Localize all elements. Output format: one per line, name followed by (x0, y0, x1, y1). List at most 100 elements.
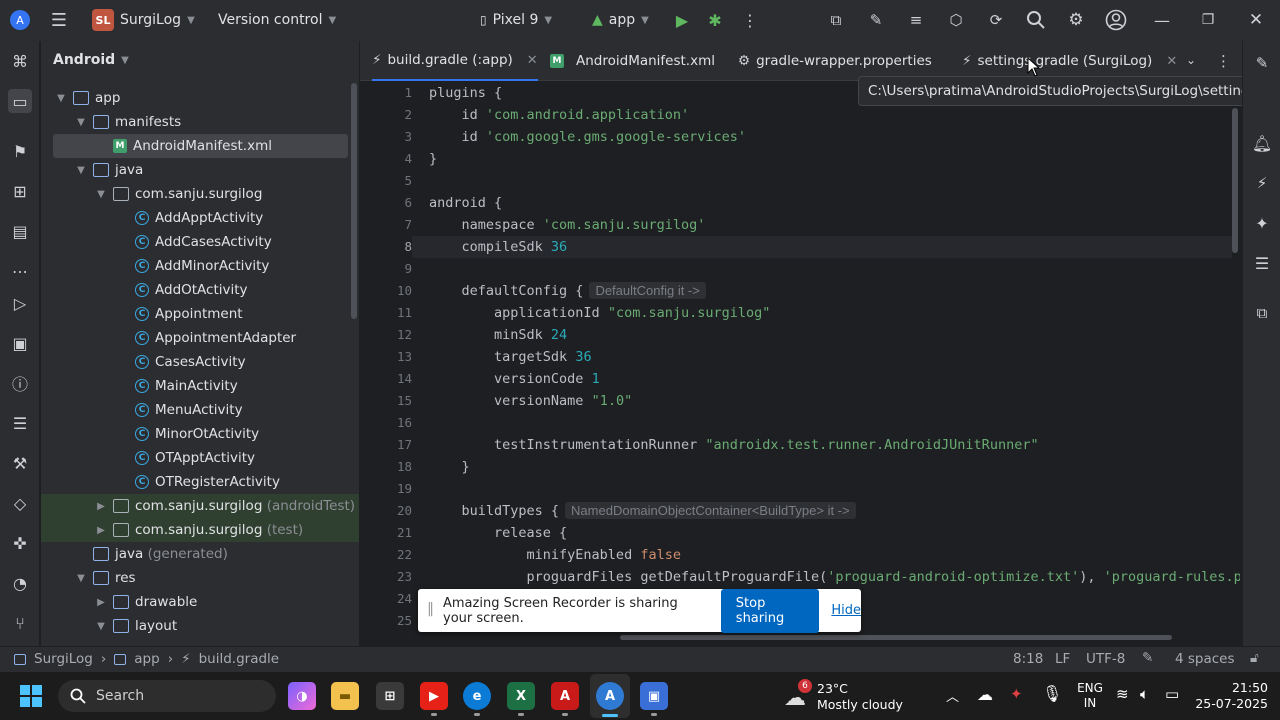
indent-setting[interactable]: 4 spaces (1175, 651, 1235, 667)
tree-row-class[interactable]: C OTApptActivity (41, 446, 359, 470)
terminal-icon[interactable]: ▣ (8, 331, 32, 355)
caret-position[interactable]: 8:18 (1013, 651, 1043, 667)
layout-inspector-icon[interactable]: ▤ (8, 219, 32, 243)
more-actions-icon[interactable]: ⋮ (740, 10, 760, 30)
tree-row-android-test-package[interactable]: ▶ com.sanju.surgilog (androidTest) (41, 494, 359, 518)
account-icon[interactable] (1105, 9, 1127, 31)
microphone-icon[interactable]: 🎙︎ (1042, 684, 1062, 703)
tree-row-drawable[interactable]: ▶ drawable (41, 590, 359, 614)
todo-icon[interactable]: ☰ (8, 411, 32, 435)
breadcrumb-module[interactable]: app (134, 651, 159, 667)
editor-vertical-scrollbar[interactable] (1232, 108, 1238, 253)
copilot-icon[interactable]: ◑ (288, 682, 316, 710)
tree-row-app[interactable]: ▼ app (41, 86, 359, 110)
device-explorer-icon[interactable]: ☰ (1250, 251, 1274, 275)
tree-row-class[interactable]: C OTRegisterActivity (41, 470, 359, 494)
device-selector[interactable]: ▯ Pixel 9 ▼ (480, 12, 552, 28)
run-icon[interactable]: ▶ (672, 10, 692, 30)
tab-build-gradle[interactable]: ⚡ build.gradle (:app) ✕ (372, 41, 538, 81)
tab-android-manifest[interactable]: M AndroidManifest.xml (550, 41, 715, 81)
more-tools-icon[interactable]: ⋯ (8, 259, 32, 283)
project-view-selector[interactable]: Android ▼ (53, 52, 129, 68)
wifi-icon[interactable]: ≋ (1116, 685, 1129, 703)
lock-icon[interactable]: 🔓︎ (1250, 650, 1259, 666)
excel-icon[interactable]: X (507, 682, 535, 710)
main-menu-icon[interactable]: ☰ (48, 9, 70, 31)
file-explorer-icon[interactable]: ▬ (331, 682, 359, 710)
tray-app-icon[interactable]: ✦ (1010, 685, 1023, 703)
tree-row-test-package[interactable]: ▶ com.sanju.surgilog (test) (41, 518, 359, 542)
run-config-selector[interactable]: ▲ app ▼ (592, 12, 649, 28)
minimize-icon[interactable]: — (1152, 10, 1172, 30)
weather-widget[interactable]: ☁ 6 23°C Mostly cloudy (784, 679, 903, 714)
tree-row-class[interactable]: C AddApptActivity (41, 206, 359, 230)
tab-gradle-wrapper[interactable]: ⚙ gradle-wrapper.properties (738, 41, 932, 81)
hide-link[interactable]: Hide (831, 603, 861, 618)
project-panel-scrollbar[interactable] (351, 83, 357, 319)
pdf-reader-icon[interactable]: A (551, 682, 579, 710)
editor-horizontal-scrollbar[interactable] (620, 635, 1172, 640)
tree-row-class[interactable]: C AddCasesActivity (41, 230, 359, 254)
tree-row-package[interactable]: ▼ com.sanju.surgilog (41, 182, 359, 206)
tree-row-res[interactable]: ▼ res (41, 566, 359, 590)
tree-row-layout[interactable]: ▼ layout (41, 614, 359, 638)
tree-row-class[interactable]: C AddOtActivity (41, 278, 359, 302)
language-indicator[interactable]: ENG IN (1074, 681, 1106, 711)
notification-bell-icon[interactable]: 🔔︎ (1250, 131, 1274, 155)
stop-sharing-button[interactable]: Stop sharing (720, 588, 820, 633)
taskbar-search-box[interactable]: Search (58, 680, 276, 712)
close-window-icon[interactable]: ✕ (1246, 10, 1266, 30)
screen-recorder-icon[interactable]: ▣ (640, 682, 668, 710)
structure-icon[interactable]: ⌘ (8, 49, 32, 73)
search-icon[interactable] (1026, 10, 1046, 30)
youtube-icon[interactable]: ▶ (420, 682, 448, 710)
microsoft-store-icon[interactable]: ⊞ (376, 682, 404, 710)
gradle-panel-icon[interactable]: ⚡ (1250, 171, 1274, 195)
gemini-icon[interactable]: ✎ (866, 10, 886, 30)
tab-more-icon[interactable]: ⋮ (1216, 52, 1231, 70)
settings-gear-icon[interactable]: ⚙ (1066, 10, 1086, 30)
logcat-icon[interactable]: ✜ (8, 531, 32, 555)
drag-handle-icon[interactable]: ‖ (427, 601, 434, 617)
project-folder-icon[interactable]: ▭ (8, 89, 32, 113)
tree-row-manifests[interactable]: ▼ manifests (41, 110, 359, 134)
project-switcher[interactable]: SL SurgiLog ▼ (92, 9, 195, 31)
onedrive-cloud-icon[interactable]: ☁ (977, 685, 993, 704)
resource-manager-icon[interactable]: ⊞ (8, 179, 32, 203)
problems-icon[interactable]: ⓘ (8, 371, 32, 395)
sdk-manager-icon[interactable]: ⬡ (946, 10, 966, 30)
vcs-menu[interactable]: Version control ▼ (218, 12, 336, 28)
breadcrumb-file[interactable]: build.gradle (199, 651, 280, 667)
running-devices-icon[interactable]: ⧉ (1250, 301, 1274, 325)
battery-icon[interactable]: ▭ (1165, 685, 1179, 703)
code-style-icon[interactable]: ✎ (1142, 650, 1153, 666)
windows-start-icon[interactable] (20, 685, 42, 707)
tab-list-chevron-icon[interactable]: ⌄ (1186, 53, 1196, 67)
device-manager-icon[interactable]: ⧉ (826, 10, 846, 30)
clock[interactable]: 21:50 25-07-2025 (1192, 680, 1268, 712)
show-hidden-icons-chevron[interactable]: ︿ (946, 686, 959, 705)
bookmarks-icon[interactable]: ⚑ (8, 139, 32, 163)
tree-row-class[interactable]: C MenuActivity (41, 398, 359, 422)
build-variants-icon[interactable]: ≡ (906, 10, 926, 30)
tree-row-class[interactable]: C AppointmentAdapter (41, 326, 359, 350)
file-encoding[interactable]: UTF-8 (1086, 651, 1125, 667)
tree-row-java-generated[interactable]: java (generated) (41, 542, 359, 566)
gemini-sparkle-icon[interactable]: ✦ (1250, 211, 1274, 235)
profiler-icon[interactable]: ◔ (8, 571, 32, 595)
run-tool-icon[interactable]: ▷ (8, 291, 32, 315)
tree-row-class[interactable]: C MinorOtActivity (41, 422, 359, 446)
volume-icon[interactable]: 🔈︎ (1140, 685, 1149, 703)
line-separator[interactable]: LF (1055, 651, 1070, 667)
tree-row-android-manifest[interactable]: M AndroidManifest.xml (53, 134, 348, 158)
git-icon[interactable]: ⑂ (8, 611, 32, 635)
restore-icon[interactable]: ❐ (1198, 10, 1218, 30)
debug-icon[interactable]: ✱ (705, 10, 725, 30)
build-hammer-icon[interactable]: ⚒ (8, 451, 32, 475)
tab-settings-gradle[interactable]: ⚡ settings.gradle (SurgiLog) ✕ (962, 41, 1177, 81)
tree-row-java[interactable]: ▼ java (41, 158, 359, 182)
tree-row-class[interactable]: C Appointment (41, 302, 359, 326)
edge-browser-icon[interactable]: e (463, 682, 491, 710)
tree-row-class[interactable]: C CasesActivity (41, 350, 359, 374)
tree-row-class[interactable]: C AddMinorActivity (41, 254, 359, 278)
